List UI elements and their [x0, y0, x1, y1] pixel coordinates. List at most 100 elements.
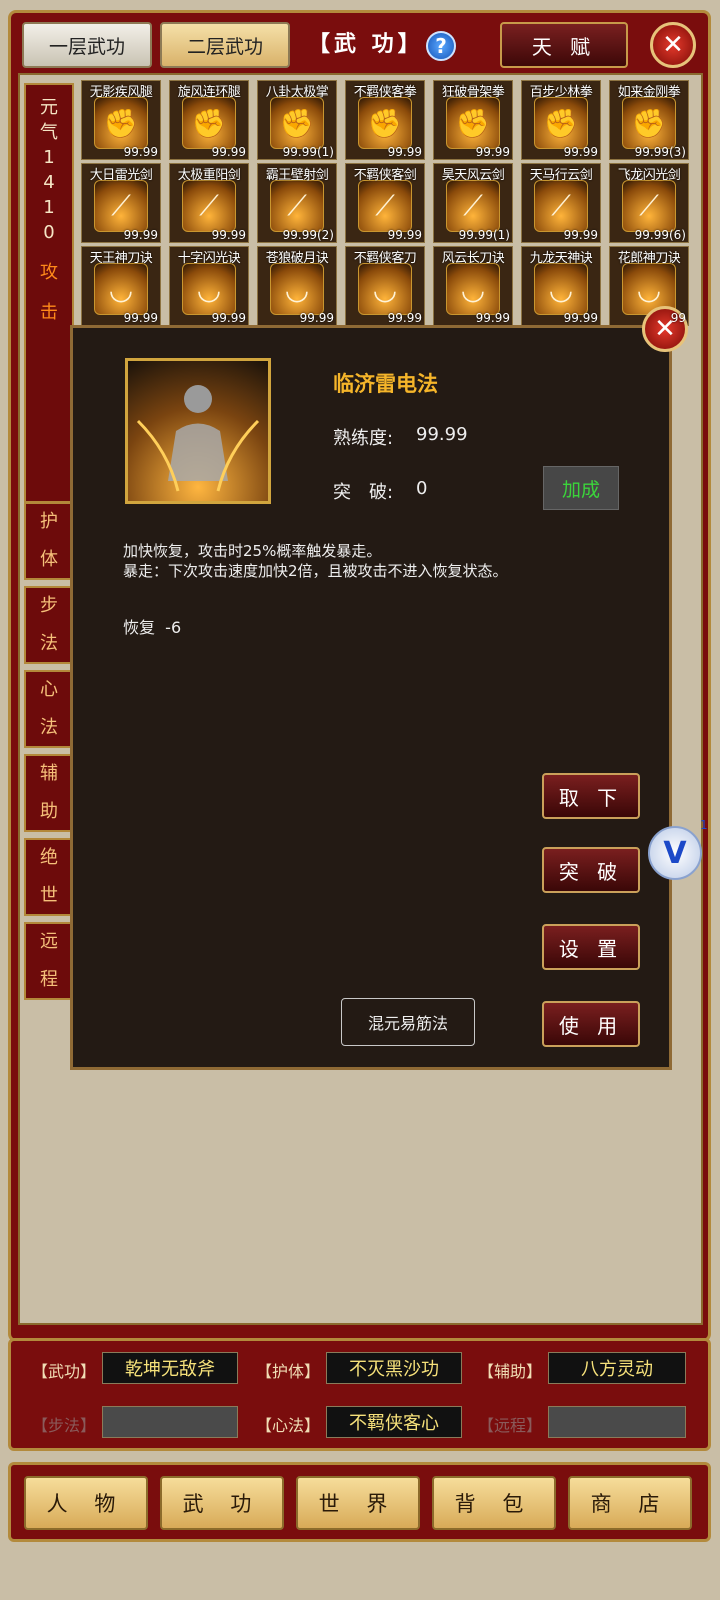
- skill-slot[interactable]: 不羁侠客剑 ⟋ 99.99: [345, 163, 425, 243]
- category-tab-fuzhu[interactable]: 辅助: [24, 754, 74, 832]
- skill-slot[interactable]: 狂破骨架拳 ✊ 99.99: [433, 80, 513, 160]
- remove-button[interactable]: 取 下: [542, 773, 640, 819]
- equip-slot-xinfa[interactable]: 不羁侠客心: [326, 1406, 462, 1438]
- skill-slot[interactable]: 十字闪光诀 ◡ 99.99: [169, 246, 249, 326]
- equip-slot-yuancheng[interactable]: [548, 1406, 686, 1438]
- skill-slot[interactable]: 大日雷光剑 ⟋ 99.99: [81, 163, 161, 243]
- skill-slot[interactable]: 旋风连环腿 ✊ 99.99: [169, 80, 249, 160]
- fist-icon: ✊: [270, 97, 324, 149]
- vip-badge-icon[interactable]: V: [648, 826, 702, 880]
- attack-tab-char[interactable]: 攻: [40, 260, 58, 285]
- equip-slot-huti[interactable]: 不灭黑沙功: [326, 1352, 462, 1384]
- skill-slot[interactable]: 霸王壁射剑 ⟋ 99.99(2): [257, 163, 337, 243]
- skill-name: 狂破骨架拳: [441, 85, 505, 100]
- skill-name: 旋风连环腿: [177, 85, 241, 100]
- skill-stat: 恢复 -6: [123, 618, 182, 637]
- skill-level: 99.99(3): [634, 145, 686, 159]
- skill-slot[interactable]: 不羁侠客拳 ✊ 99.99: [345, 80, 425, 160]
- sword-icon: ⟋: [622, 180, 676, 232]
- attack-tab-char[interactable]: 击: [40, 300, 58, 325]
- skill-level: 99: [670, 311, 686, 325]
- skill-slot[interactable]: 无影疾风腿 ✊ 99.99: [81, 80, 161, 160]
- skill-name: 天王神刀诀: [89, 251, 153, 266]
- equip-slot-wugong[interactable]: 乾坤无敌斧: [102, 1352, 238, 1384]
- skill-slot[interactable]: 天王神刀诀 ◡ 99.99: [81, 246, 161, 326]
- skill-name: 不羁侠客刀: [353, 251, 417, 266]
- nav-world[interactable]: 世 界: [296, 1476, 420, 1530]
- skill-level: 99.99: [563, 145, 598, 159]
- breakthrough-button[interactable]: 突 破: [542, 847, 640, 893]
- sword-icon: ⟋: [358, 180, 412, 232]
- energy-panel: 元 气 1 4 1 0 攻 击: [24, 83, 74, 503]
- nav-bag[interactable]: 背 包: [432, 1476, 556, 1530]
- skill-level: 99.99: [211, 311, 246, 325]
- skill-slot[interactable]: 八卦太极掌 ✊ 99.99(1): [257, 80, 337, 160]
- skill-slot[interactable]: 太极重阳剑 ⟋ 99.99: [169, 163, 249, 243]
- energy-char: 1: [43, 147, 55, 168]
- blade-icon: ◡: [270, 263, 324, 315]
- nav-shop[interactable]: 商 店: [568, 1476, 692, 1530]
- skill-name: 天马行云剑: [529, 168, 593, 183]
- skill-name: 九龙天神诀: [529, 251, 593, 266]
- linked-skill-button[interactable]: 混元易筋法: [341, 998, 475, 1046]
- equip-label-yuancheng: 【远程】: [478, 1416, 543, 1435]
- category-tab-xinfa[interactable]: 心法: [24, 670, 74, 748]
- proficiency-value: 99.99: [416, 424, 468, 445]
- proficiency-label: 熟练度:: [333, 428, 394, 449]
- equip-label-fuzhu: 【辅助】: [478, 1362, 543, 1381]
- skill-slot[interactable]: 飞龙闪光剑 ⟋ 99.99(6): [609, 163, 689, 243]
- settings-button[interactable]: 设 置: [542, 924, 640, 970]
- meditation-figure-icon: [136, 385, 260, 492]
- equip-label-xinfa: 【心法】: [256, 1416, 321, 1435]
- skill-name: 如来金刚拳: [617, 85, 681, 100]
- bonus-button[interactable]: 加成: [543, 466, 619, 510]
- talent-button[interactable]: 天 赋: [500, 22, 628, 68]
- skill-slot[interactable]: 天马行云剑 ⟋ 99.99: [521, 163, 601, 243]
- skill-slot[interactable]: 百步少林拳 ✊ 99.99: [521, 80, 601, 160]
- skill-slot[interactable]: 昊天风云剑 ⟋ 99.99(1): [433, 163, 513, 243]
- sword-icon: ⟋: [182, 180, 236, 232]
- category-tab-bufa[interactable]: 步法: [24, 586, 74, 664]
- fist-icon: ✊: [446, 97, 500, 149]
- equip-slot-fuzhu[interactable]: 八方灵动: [548, 1352, 686, 1384]
- skill-name: 大日雷光剑: [89, 168, 153, 183]
- close-window-button[interactable]: ✕: [650, 22, 696, 68]
- blade-icon: ◡: [446, 263, 500, 315]
- skill-level: 99.99: [475, 145, 510, 159]
- category-char: 远: [40, 931, 58, 952]
- category-char: 法: [40, 633, 58, 654]
- use-button[interactable]: 使 用: [542, 1001, 640, 1047]
- skill-name: 昊天风云剑: [441, 168, 505, 183]
- nav-character[interactable]: 人 物: [24, 1476, 148, 1530]
- category-tab-huti[interactable]: 护体: [24, 502, 74, 580]
- category-tab-yuancheng[interactable]: 远程: [24, 922, 74, 1000]
- skill-name: 无影疾风腿: [89, 85, 153, 100]
- skill-level: 99.99: [563, 311, 598, 325]
- skill-slot[interactable]: 风云长刀诀 ◡ 99.99: [433, 246, 513, 326]
- skill-slot[interactable]: 九龙天神诀 ◡ 99.99: [521, 246, 601, 326]
- help-icon[interactable]: ?: [426, 31, 456, 61]
- skill-name: 风云长刀诀: [441, 251, 505, 266]
- category-tab-jueshi[interactable]: 绝世: [24, 838, 74, 916]
- tab-layer1-skills[interactable]: 一层武功: [22, 22, 152, 68]
- skill-slot[interactable]: 苍狼破月诀 ◡ 99.99: [257, 246, 337, 326]
- skill-name: 花郎神刀诀: [617, 251, 681, 266]
- skill-slot[interactable]: 不羁侠客刀 ◡ 99.99: [345, 246, 425, 326]
- equip-slot-bufa[interactable]: [102, 1406, 238, 1438]
- equip-label-wugong: 【武功】: [32, 1362, 97, 1381]
- skill-level: 99.99: [211, 228, 246, 242]
- category-char: 护: [40, 511, 58, 532]
- category-char: 世: [40, 885, 58, 906]
- vip-badge-count: 1: [700, 818, 708, 832]
- energy-char: 元: [40, 97, 58, 118]
- skill-detail-dialog: 临济雷电法 熟练度: 99.99 突 破: 0 加成 加快恢复，攻击时25%概率…: [70, 325, 672, 1070]
- skill-detail-name: 临济雷电法: [333, 372, 438, 396]
- tab-layer2-skills[interactable]: 二层武功: [160, 22, 290, 68]
- skill-level: 99.99: [123, 228, 158, 242]
- page-title: 【武 功】: [308, 32, 424, 57]
- breakthrough-value: 0: [416, 478, 428, 499]
- skill-name: 不羁侠客剑: [353, 168, 417, 183]
- fist-icon: ✊: [622, 97, 676, 149]
- nav-skills[interactable]: 武 功: [160, 1476, 284, 1530]
- skill-slot[interactable]: 如来金刚拳 ✊ 99.99(3): [609, 80, 689, 160]
